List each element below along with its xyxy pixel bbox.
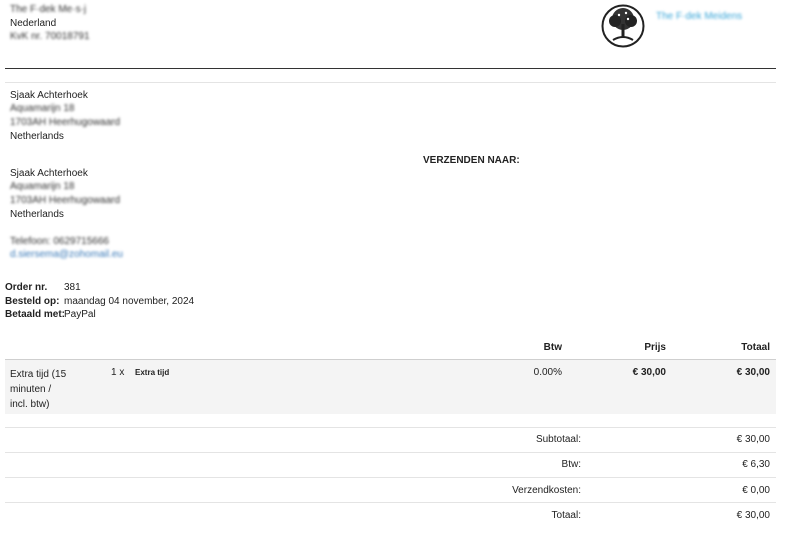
order-date-label: Besteld op: <box>5 296 60 307</box>
shipping-city: 1703AH Heerhugowaard <box>10 195 121 206</box>
logo-text: The F·dek Meidens <box>656 11 743 22</box>
tree-logo-icon <box>601 4 645 48</box>
item-qty: 1 x <box>111 367 125 378</box>
tax-label: Btw: <box>561 459 581 470</box>
shipping-street: Aquamarijn 18 <box>10 181 75 192</box>
totals-divider <box>5 477 776 478</box>
subtotal-value: € 30,00 <box>736 434 770 445</box>
totals-divider <box>5 427 776 428</box>
item-name-line2: minuten / <box>10 384 52 395</box>
shipping-cost-label: Verzendkosten: <box>512 485 581 496</box>
payment-method: PayPal <box>64 309 96 320</box>
shipping-heading: VERZENDEN NAAR: <box>423 155 520 166</box>
billing-country: Netherlands <box>10 131 64 142</box>
item-name-line1: Extra tijd (15 <box>10 369 67 380</box>
shipping-phone: Telefoon: 0629715666 <box>10 236 109 247</box>
header-divider-light <box>5 82 776 83</box>
shop-kvk: KvK nr. 70018791 <box>10 31 90 42</box>
totals-divider <box>5 502 776 503</box>
shop-name: The F·dek Me·s·j <box>10 4 87 15</box>
item-btw: 0.00% <box>533 367 562 378</box>
grand-total-label: Totaal: <box>551 510 581 521</box>
item-name-line3: incl. btw) <box>10 399 50 410</box>
order-number-label: Order nr. <box>5 282 48 293</box>
grand-total-value: € 30,00 <box>736 510 770 521</box>
order-number: 381 <box>64 282 81 293</box>
item-total: € 30,00 <box>736 367 770 378</box>
shipping-cost-value: € 0,00 <box>742 485 770 496</box>
payment-label: Betaald met: <box>5 309 66 320</box>
item-desc: Extra tijd <box>135 368 170 377</box>
col-header-price: Prijs <box>644 342 666 353</box>
order-date: maandag 04 november, 2024 <box>64 296 195 307</box>
shipping-name: Sjaak Achterhoek <box>10 168 88 179</box>
shipping-email[interactable]: d.siersema@zohomail.eu <box>10 249 123 260</box>
header-divider <box>5 68 776 69</box>
tax-value: € 6,30 <box>742 459 770 470</box>
col-header-total: Totaal <box>741 342 770 353</box>
billing-name: Sjaak Achterhoek <box>10 90 88 101</box>
billing-street: Aquamarijn 18 <box>10 103 75 114</box>
subtotal-label: Subtotaal: <box>535 434 581 445</box>
shop-country: Nederland <box>10 18 57 29</box>
item-price: € 30,00 <box>632 367 666 378</box>
totals-divider <box>5 452 776 453</box>
item-name: Extra tijd (15 minuten / incl. btw) <box>10 367 66 412</box>
billing-city: 1703AH Heerhugowaard <box>10 117 121 128</box>
col-header-btw: Btw <box>543 342 562 353</box>
shipping-country: Netherlands <box>10 209 64 220</box>
